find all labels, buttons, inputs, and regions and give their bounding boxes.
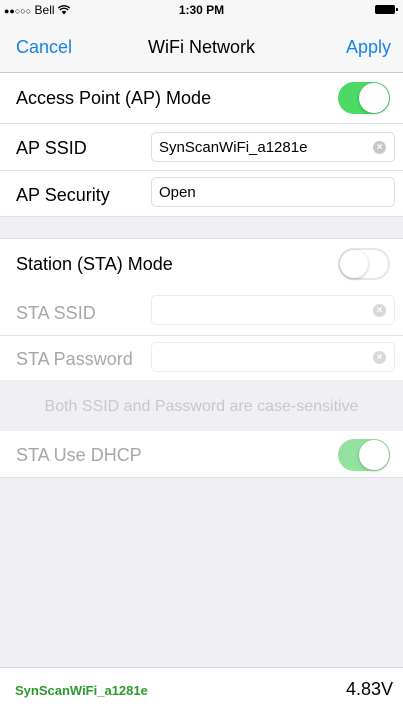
- sta-dhcp-toggle[interactable]: [338, 439, 390, 471]
- ap-security-label: AP Security: [16, 185, 110, 205]
- ap-ssid-value: SynScanWiFi_a1281e: [159, 139, 308, 156]
- sta-dhcp-label: STA Use DHCP: [16, 445, 142, 465]
- footer-voltage: 4.83V: [345, 679, 393, 699]
- clear-icon[interactable]: ×: [373, 141, 386, 154]
- sta-password-label: STA Password: [16, 349, 133, 369]
- footer-ssid: SynScanWiFi_a1281e: [15, 683, 148, 698]
- sta-password-row: STA Password ×: [0, 336, 403, 380]
- sta-password-field[interactable]: ×: [151, 342, 395, 372]
- toggle-knob: [340, 250, 368, 278]
- status-time: 1:30 PM: [178, 3, 225, 17]
- ap-security-row: AP Security Open: [0, 171, 403, 217]
- navigation-bar: Cancel WiFi Network Apply: [0, 20, 403, 73]
- sta-ssid-label: STA SSID: [16, 303, 96, 323]
- page-title: WiFi Network: [148, 37, 255, 57]
- clear-icon[interactable]: ×: [373, 351, 386, 364]
- sta-ssid-field[interactable]: ×: [151, 295, 395, 325]
- sta-mode-label: Station (STA) Mode: [16, 254, 173, 274]
- ap-mode-row: Access Point (AP) Mode: [0, 73, 403, 124]
- sta-ssid-row: STA SSID ×: [0, 289, 403, 336]
- sta-mode-row: Station (STA) Mode: [0, 238, 403, 290]
- ap-security-value: Open: [159, 184, 196, 201]
- sta-mode-toggle[interactable]: [338, 248, 390, 280]
- toggle-knob: [359, 440, 389, 470]
- ap-ssid-label: AP SSID: [16, 138, 87, 158]
- ap-mode-label: Access Point (AP) Mode: [16, 88, 212, 108]
- ap-security-field[interactable]: Open: [151, 177, 395, 207]
- ap-ssid-row: AP SSID SynScanWiFi_a1281e ×: [0, 124, 403, 171]
- ap-ssid-field[interactable]: SynScanWiFi_a1281e ×: [151, 132, 395, 162]
- case-sensitive-note: Both SSID and Password are case-sensitiv…: [44, 398, 359, 415]
- ap-mode-toggle[interactable]: [338, 82, 390, 114]
- battery-full-icon: [375, 5, 398, 14]
- footer-bar: SynScanWiFi_a1281e 4.83V: [0, 667, 403, 712]
- status-bar: ●●○○○ Bell 1:30 PM: [0, 0, 403, 20]
- toggle-knob: [359, 83, 389, 113]
- apply-button[interactable]: Apply: [346, 37, 391, 58]
- clear-icon[interactable]: ×: [373, 304, 386, 317]
- sta-dhcp-row: STA Use DHCP: [0, 431, 403, 478]
